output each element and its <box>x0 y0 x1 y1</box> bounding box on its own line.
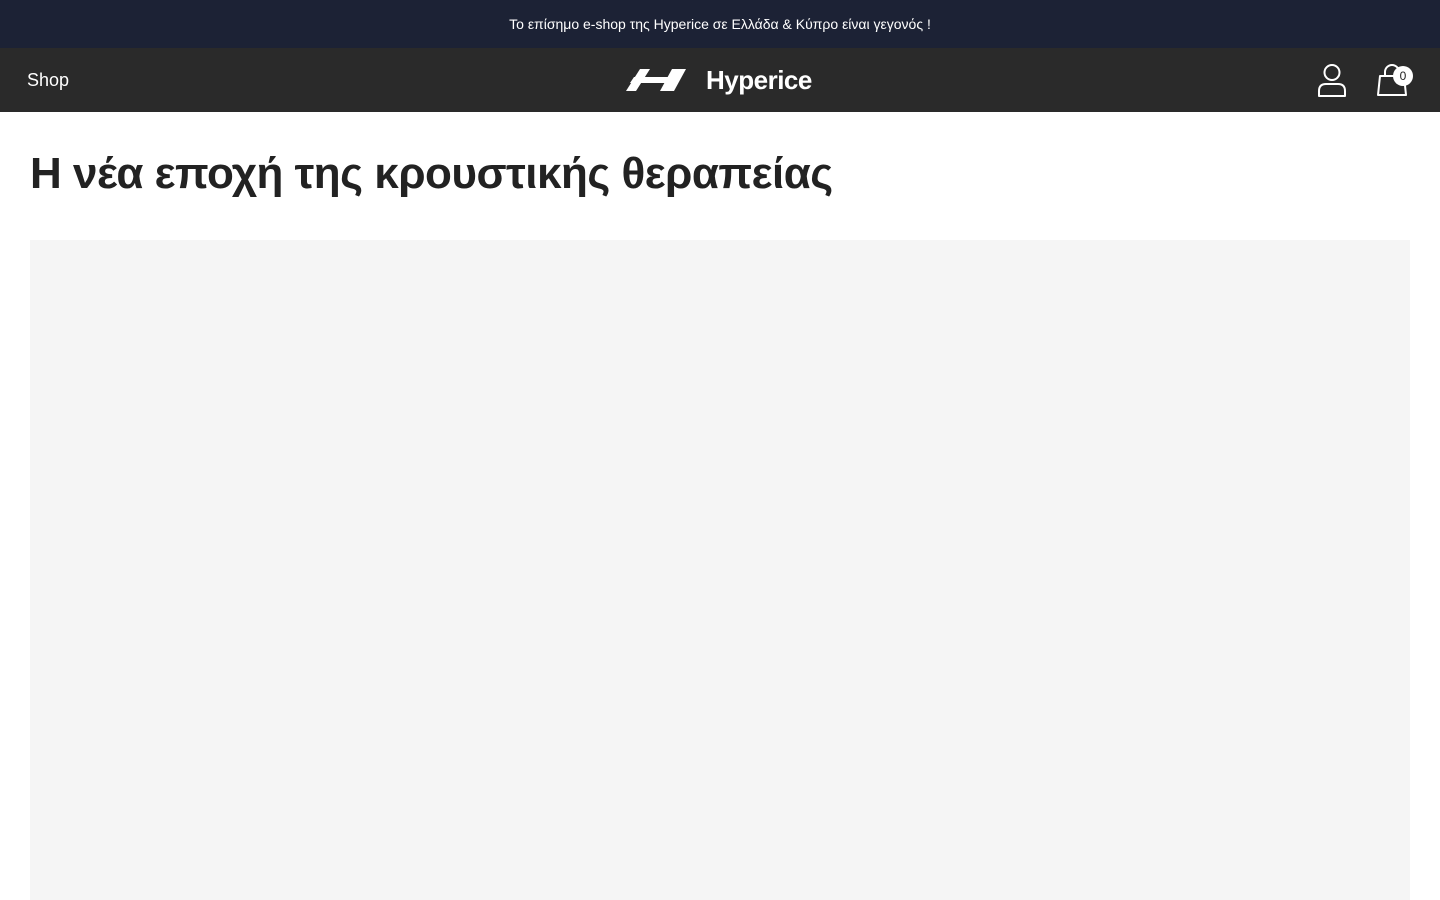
announcement-bar: Το επίσημο e-shop της Hyperice σε Ελλάδα… <box>0 0 1440 48</box>
cart-count-badge: 0 <box>1393 66 1413 86</box>
user-icon <box>1318 64 1346 97</box>
hero-media-placeholder <box>30 240 1410 900</box>
brand-logo[interactable]: Hyperice <box>626 64 812 96</box>
brand-name: Hyperice <box>706 65 812 95</box>
cart-button[interactable]: 0 <box>1376 63 1416 99</box>
hyperice-logo-icon <box>626 69 686 91</box>
account-button[interactable] <box>1316 63 1348 97</box>
site-header: Shop Hyperice 0 <box>0 48 1440 112</box>
announcement-text: Το επίσημο e-shop της Hyperice σε Ελλάδα… <box>509 16 931 32</box>
page-title: Η νέα εποχή της κρουστικής θεραπείας <box>30 149 833 198</box>
nav-shop-link[interactable]: Shop <box>27 68 69 92</box>
